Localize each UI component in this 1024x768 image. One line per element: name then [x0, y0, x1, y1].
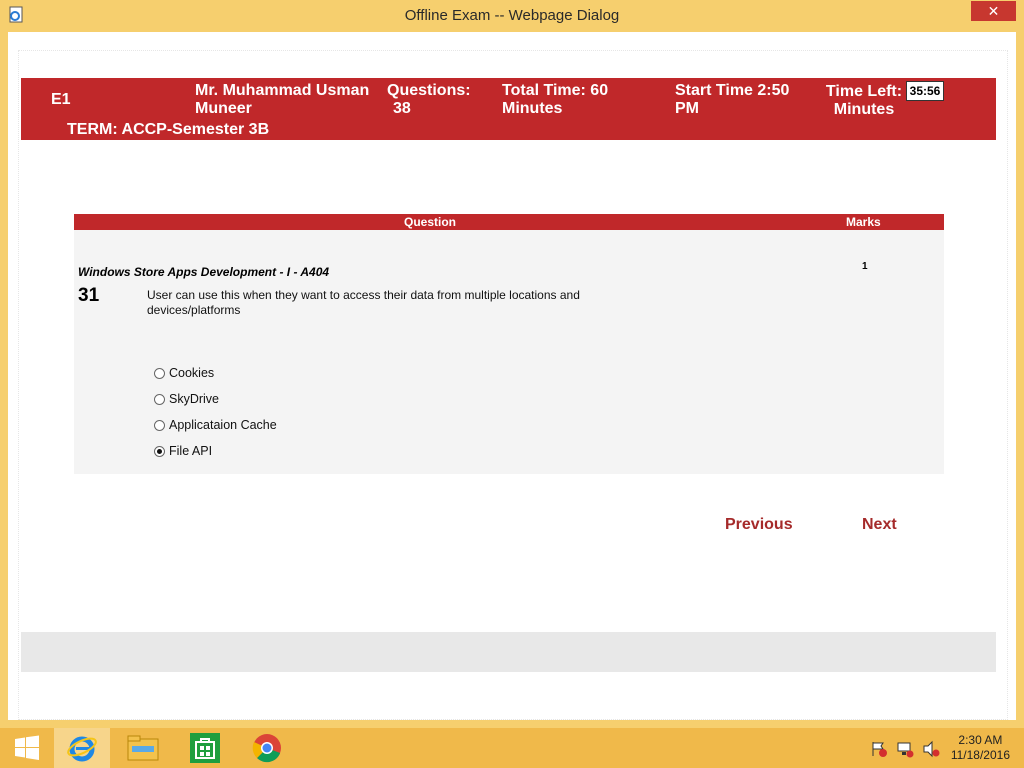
network-icon[interactable] — [896, 740, 914, 758]
question-text: User can use this when they want to acce… — [147, 288, 580, 317]
teacher-name: Mr. Muhammad Usman Muneer — [195, 82, 380, 118]
internet-explorer-icon[interactable] — [54, 728, 110, 768]
radio-skydrive[interactable] — [154, 393, 165, 405]
clock-date: 11/18/2016 — [950, 748, 1010, 762]
option-skydrive[interactable]: SkyDrive — [154, 386, 277, 412]
subject-title: Windows Store Apps Development - I - A40… — [78, 265, 330, 279]
question-column-header: Question — [403, 215, 456, 229]
option-label: Applicataion Cache — [169, 418, 277, 432]
option-file-api[interactable]: File API — [154, 438, 277, 464]
system-tray — [870, 740, 940, 758]
close-button[interactable]: ✕ — [971, 1, 1016, 21]
questions-count: Questions: 38 — [387, 82, 487, 118]
questions-value: 38 — [393, 100, 411, 117]
start-time-line1: Start Time 2:50 — [675, 82, 790, 99]
marks-value: 1 — [862, 261, 868, 272]
previous-button[interactable]: Previous — [725, 516, 793, 534]
start-time-line2: PM — [675, 100, 699, 117]
time-left-unit: Minutes — [833, 101, 895, 118]
time-left-label: Time Left: — [825, 83, 903, 100]
clock-time: 2:30 AM — [958, 733, 1003, 747]
option-label: Cookies — [169, 366, 215, 380]
total-time-line2: Minutes — [502, 100, 563, 117]
chrome-icon[interactable] — [240, 728, 294, 768]
start-time: Start Time 2:50 PM — [675, 82, 805, 118]
windows-store-icon[interactable] — [178, 728, 232, 768]
speaker-muted-icon[interactable] — [922, 740, 940, 758]
next-button[interactable]: Next — [862, 516, 897, 534]
marks-column-header: Marks — [846, 215, 881, 229]
file-explorer-icon[interactable] — [116, 728, 170, 768]
countdown-timer: 35:56 — [906, 81, 944, 101]
exam-header: E1 Mr. Muhammad Usman Muneer Questions: … — [21, 78, 996, 140]
radio-application-cache[interactable] — [154, 419, 165, 431]
radio-cookies[interactable] — [154, 367, 165, 379]
footer-bar — [21, 632, 996, 672]
radio-file-api[interactable] — [154, 445, 165, 457]
option-cookies[interactable]: Cookies — [154, 360, 277, 386]
time-left: Time Left: Minutes — [819, 83, 909, 119]
answer-options: Cookies SkyDrive Applicataion Cache File… — [154, 360, 277, 464]
question-table-header: Question Marks — [74, 214, 944, 230]
option-label: SkyDrive — [169, 392, 220, 406]
windows-start-icon[interactable] — [0, 728, 54, 768]
teacher-name-line1: Mr. Muhammad Usman — [195, 82, 370, 99]
window-title: Offline Exam -- Webpage Dialog — [404, 7, 620, 24]
taskbar-clock[interactable]: 2:30 AM 11/18/2016 — [951, 733, 1010, 763]
teacher-name-line2: Muneer — [195, 100, 252, 117]
questions-label: Questions: — [387, 82, 471, 99]
action-center-flag-icon[interactable] — [870, 740, 888, 758]
question-panel: Windows Store Apps Development - I - A40… — [74, 230, 944, 474]
window-titlebar: Offline Exam -- Webpage Dialog ✕ — [0, 0, 1024, 32]
dialog-content: . E1 Mr. Muhammad Usman Muneer Questions… — [8, 32, 1016, 720]
exam-code: E1 — [51, 91, 71, 108]
total-time: Total Time: 60 Minutes — [502, 82, 652, 118]
option-label: File API — [169, 444, 213, 458]
option-application-cache[interactable]: Applicataion Cache — [154, 412, 277, 438]
taskbar: 2:30 AM 11/18/2016 — [0, 728, 1024, 768]
total-time-line1: Total Time: 60 — [502, 82, 609, 99]
question-number: 31 — [78, 285, 100, 306]
term-label: TERM: ACCP-Semester 3B — [67, 121, 270, 138]
